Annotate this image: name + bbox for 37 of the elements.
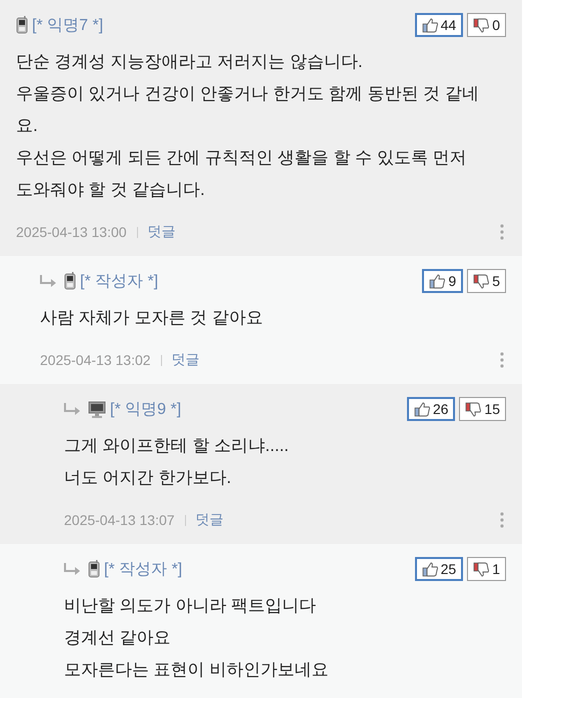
thumbs-up-icon [414,402,431,416]
dislike-button[interactable]: 1 [467,557,506,581]
thumbs-up-icon [422,562,439,576]
more-icon[interactable] [500,512,504,528]
dislike-button[interactable]: 5 [467,269,506,293]
comment-text: 비난할 의도가 아니라 팩트입니다 경계선 같아요 모자른다는 표현이 비하인가보네요 [64,595,330,681]
thumbs-down-icon [473,18,490,32]
reply-arrow-icon [40,274,58,288]
comment-author: [* 익명7 *] [32,16,104,36]
thumbs-up-icon [429,274,446,288]
reply-arrow-icon [64,402,82,416]
comment-date: 2025-04-13 13:02 [40,352,151,368]
phone-icon [16,16,28,34]
comment-text: 그게 와이프한테 할 소리냐..... 너도 어지간 한가보다. [64,435,290,489]
like-button[interactable]: 26 [406,397,456,421]
comment-text: 단순 경계성 지능장애라고 저러지는 않습니다. 우울증이 있거나 건강이 안좋거나 한거도 함께 동반된 것 같네요. 우선은 어떻게 되든 간에 규칙적인 생활을 할 수 있도록 먼저 도와줘야 할 것 같습니다. [16,51,480,201]
comment-author: [* 작성자 *] [104,560,182,580]
thumbs-down-icon [473,562,490,576]
comment-author: [* 작성자 *] [80,272,158,292]
like-button[interactable]: 44 [414,13,464,37]
phone-icon [88,560,100,578]
thumbs-up-icon [422,18,439,32]
dislike-button[interactable]: 0 [467,13,506,37]
phone-icon [64,272,76,290]
comment-date: 2025-04-13 13:00 [16,224,127,240]
more-icon[interactable] [500,352,504,368]
thumbs-down-icon [465,402,482,416]
monitor-icon [88,400,106,418]
thumbs-down-icon [473,274,490,288]
comment-date: 2025-04-13 13:07 [64,512,175,528]
comment-text: 사람 자체가 모자른 것 같아요 [40,307,264,329]
more-icon[interactable] [500,224,504,240]
reply-arrow-icon [64,562,82,576]
comment-author: [* 익명9 *] [110,400,182,420]
like-button[interactable]: 25 [414,557,464,581]
like-button[interactable]: 9 [422,269,464,293]
dislike-button[interactable]: 15 [459,397,506,421]
